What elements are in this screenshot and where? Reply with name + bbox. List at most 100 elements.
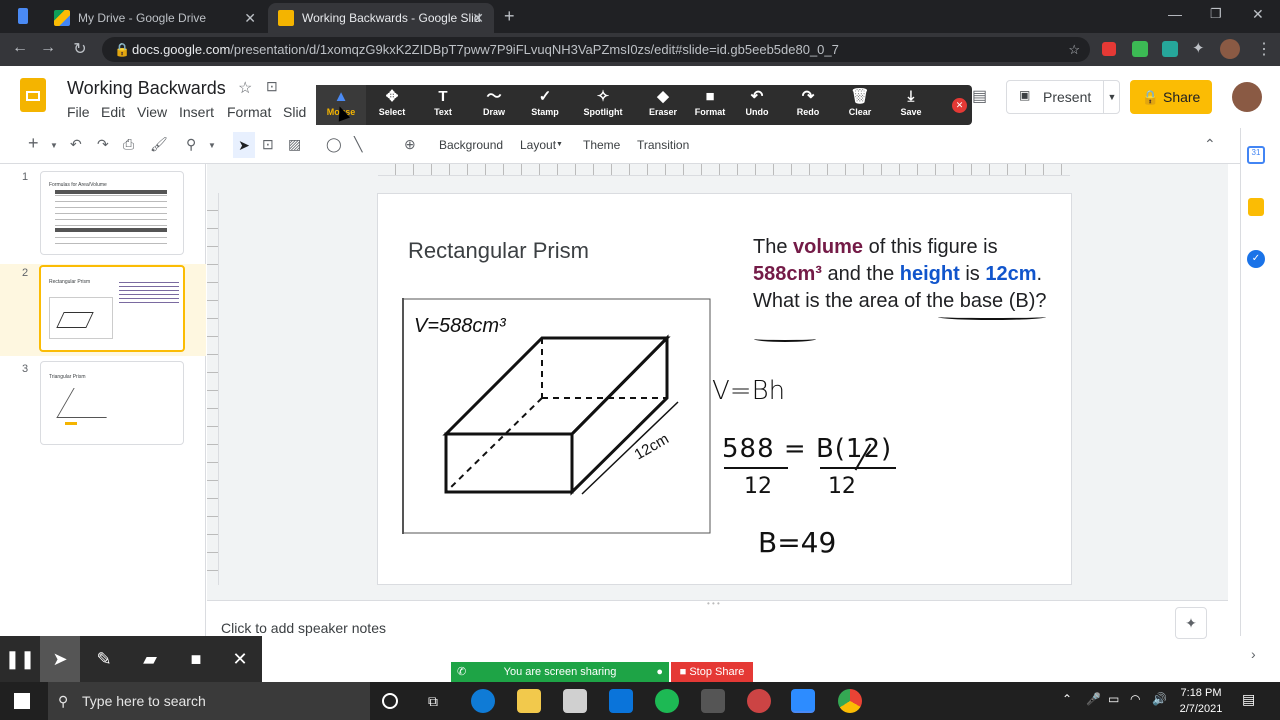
- eraser-tool-button[interactable]: ◆ Eraser: [638, 85, 688, 125]
- image-icon[interactable]: ▨: [288, 136, 301, 153]
- url-input[interactable]: 🔒 docs.google.com/presentation/d/1xomqzG…: [102, 37, 1090, 62]
- zoom-app-icon[interactable]: [791, 689, 815, 713]
- profile-avatar[interactable]: [1220, 39, 1240, 59]
- wifi-icon[interactable]: ◠: [1130, 692, 1140, 706]
- pointer-icon[interactable]: ➤: [40, 636, 80, 682]
- menu-format[interactable]: Format: [227, 104, 271, 120]
- windows-start-icon[interactable]: [14, 693, 30, 709]
- bookmark-star-icon[interactable]: ☆: [1068, 37, 1080, 62]
- transition-button[interactable]: Transition: [637, 138, 689, 152]
- chrome-icon[interactable]: [838, 689, 862, 713]
- notifications-icon[interactable]: ▤: [1242, 691, 1255, 708]
- close-icon[interactable]: ✕: [220, 636, 260, 682]
- file-explorer-icon[interactable]: [517, 689, 541, 713]
- microphone-icon[interactable]: 🎤: [1086, 692, 1101, 706]
- tasks-icon[interactable]: ✓: [1247, 250, 1265, 268]
- highlighter-icon[interactable]: ▰: [130, 636, 170, 682]
- browser-more-icon[interactable]: ⋮: [1256, 39, 1272, 59]
- layout-button[interactable]: Layout: [520, 138, 556, 152]
- new-tab-button[interactable]: +: [504, 6, 515, 27]
- paint-format-icon[interactable]: 🖌: [150, 136, 168, 153]
- battery-icon[interactable]: ▭: [1108, 692, 1119, 706]
- menu-insert[interactable]: Insert: [179, 104, 214, 120]
- taskbar-search-input[interactable]: ⚲ Type here to search: [48, 682, 370, 720]
- slide-thumbnail-2[interactable]: Rectangular Prism: [39, 265, 185, 352]
- extension-icon[interactable]: [1132, 41, 1148, 57]
- app-icon[interactable]: [747, 689, 771, 713]
- background-button[interactable]: Background: [439, 138, 503, 152]
- menu-file[interactable]: File: [67, 104, 90, 120]
- clear-button[interactable]: 🗑 Clear: [835, 85, 885, 125]
- calculator-icon[interactable]: [701, 689, 725, 713]
- calendar-icon[interactable]: 31: [1247, 146, 1265, 164]
- slide-thumbnail-3[interactable]: Triangular Prism: [40, 361, 184, 445]
- explore-button[interactable]: ✦: [1175, 607, 1207, 639]
- share-button[interactable]: 🔒 Share: [1130, 80, 1212, 114]
- document-title[interactable]: Working Backwards: [67, 78, 226, 99]
- volume-icon[interactable]: 🔊: [1152, 692, 1167, 706]
- menu-slide[interactable]: Slid: [283, 104, 306, 120]
- task-view-icon[interactable]: ⧉: [428, 693, 438, 710]
- back-arrow-icon[interactable]: ←: [10, 39, 30, 57]
- print-icon[interactable]: ⎙: [123, 136, 134, 153]
- current-slide[interactable]: Rectangular Prism The volume of this fig…: [377, 193, 1072, 585]
- present-button[interactable]: ▣ Present ▼: [1006, 80, 1120, 114]
- stamp-tool-button[interactable]: ✓ Stamp: [520, 85, 570, 125]
- menu-edit[interactable]: Edit: [101, 104, 125, 120]
- edge-icon[interactable]: [471, 689, 495, 713]
- mail-icon[interactable]: [609, 689, 633, 713]
- tray-chevron-icon[interactable]: ⌃: [1062, 692, 1072, 706]
- slide-thumbnail-1[interactable]: Formulas for Area/Volume: [40, 171, 184, 255]
- draw-tool-button[interactable]: 〜 Draw: [469, 85, 519, 125]
- expand-panel-icon[interactable]: ›: [1251, 646, 1256, 662]
- move-folder-icon[interactable]: ⊡: [266, 78, 278, 95]
- line-icon[interactable]: ╲: [354, 136, 362, 153]
- pause-icon[interactable]: ❚❚: [0, 636, 40, 682]
- close-window-button[interactable]: ✕: [1252, 6, 1264, 23]
- zoom-icon[interactable]: ⚲: [186, 136, 196, 153]
- speaker-notes[interactable]: • • • Click to add speaker notes ✦: [207, 599, 1228, 639]
- close-icon[interactable]: ✕: [472, 10, 484, 27]
- text-tool-button[interactable]: T Text: [418, 85, 468, 125]
- menu-view[interactable]: View: [137, 104, 167, 120]
- problem-text[interactable]: The volume of this figure is 588cm³ and …: [753, 234, 1063, 315]
- format-tool-button[interactable]: ■ Format: [685, 85, 735, 125]
- chevron-down-icon[interactable]: ▼: [208, 141, 216, 150]
- store-icon[interactable]: [563, 689, 587, 713]
- maximize-button[interactable]: ❐: [1210, 6, 1222, 22]
- tab-my-drive[interactable]: My Drive - Google Drive ✕: [44, 3, 266, 33]
- new-slide-icon[interactable]: +: [28, 133, 39, 154]
- select-cursor-icon[interactable]: ➤: [233, 132, 255, 158]
- save-button[interactable]: ⤓ Save: [886, 85, 936, 125]
- rectangular-prism-figure[interactable]: V=588cm³ 12cm: [402, 298, 712, 534]
- chevron-down-icon[interactable]: ▼: [50, 141, 58, 150]
- forward-arrow-icon[interactable]: →: [38, 39, 58, 57]
- undo-icon[interactable]: ↶: [70, 136, 82, 153]
- extension-icon[interactable]: [1102, 42, 1116, 56]
- puzzle-icon[interactable]: ✦: [1192, 39, 1205, 57]
- shape-icon[interactable]: ◯: [326, 136, 342, 153]
- notes-resize-handle[interactable]: • • •: [707, 599, 720, 608]
- comment-add-icon[interactable]: ⊕: [404, 136, 416, 153]
- redo-icon[interactable]: ↷: [97, 136, 109, 153]
- close-icon[interactable]: ✕: [244, 10, 256, 27]
- stop-share-button[interactable]: ■ Stop Share: [671, 662, 753, 682]
- collapse-chevron-icon[interactable]: ⌃: [1204, 136, 1216, 153]
- close-annotation-button[interactable]: ✕: [952, 98, 967, 113]
- theme-button[interactable]: Theme: [583, 138, 620, 152]
- reload-icon[interactable]: ↻: [70, 39, 90, 59]
- taskbar-clock[interactable]: 7:18 PM 2/7/2021: [1176, 685, 1226, 717]
- tab-working-backwards[interactable]: Working Backwards - Google Slid ✕: [268, 3, 494, 33]
- redo-button[interactable]: ↷ Redo: [783, 85, 833, 125]
- browser-menu-icon[interactable]: [18, 8, 28, 24]
- slide-title[interactable]: Rectangular Prism: [408, 238, 589, 264]
- keep-icon[interactable]: [1248, 198, 1264, 216]
- pen-icon[interactable]: ✎: [84, 636, 124, 682]
- undo-button[interactable]: ↶ Undo: [732, 85, 782, 125]
- cortana-icon[interactable]: [382, 693, 398, 709]
- chevron-down-icon[interactable]: ▼: [1103, 81, 1120, 113]
- slides-logo-icon[interactable]: [20, 78, 46, 112]
- star-icon[interactable]: ☆: [238, 78, 252, 98]
- spotlight-tool-button[interactable]: ✧ Spotlight: [578, 85, 628, 125]
- minimize-button[interactable]: —: [1168, 6, 1182, 22]
